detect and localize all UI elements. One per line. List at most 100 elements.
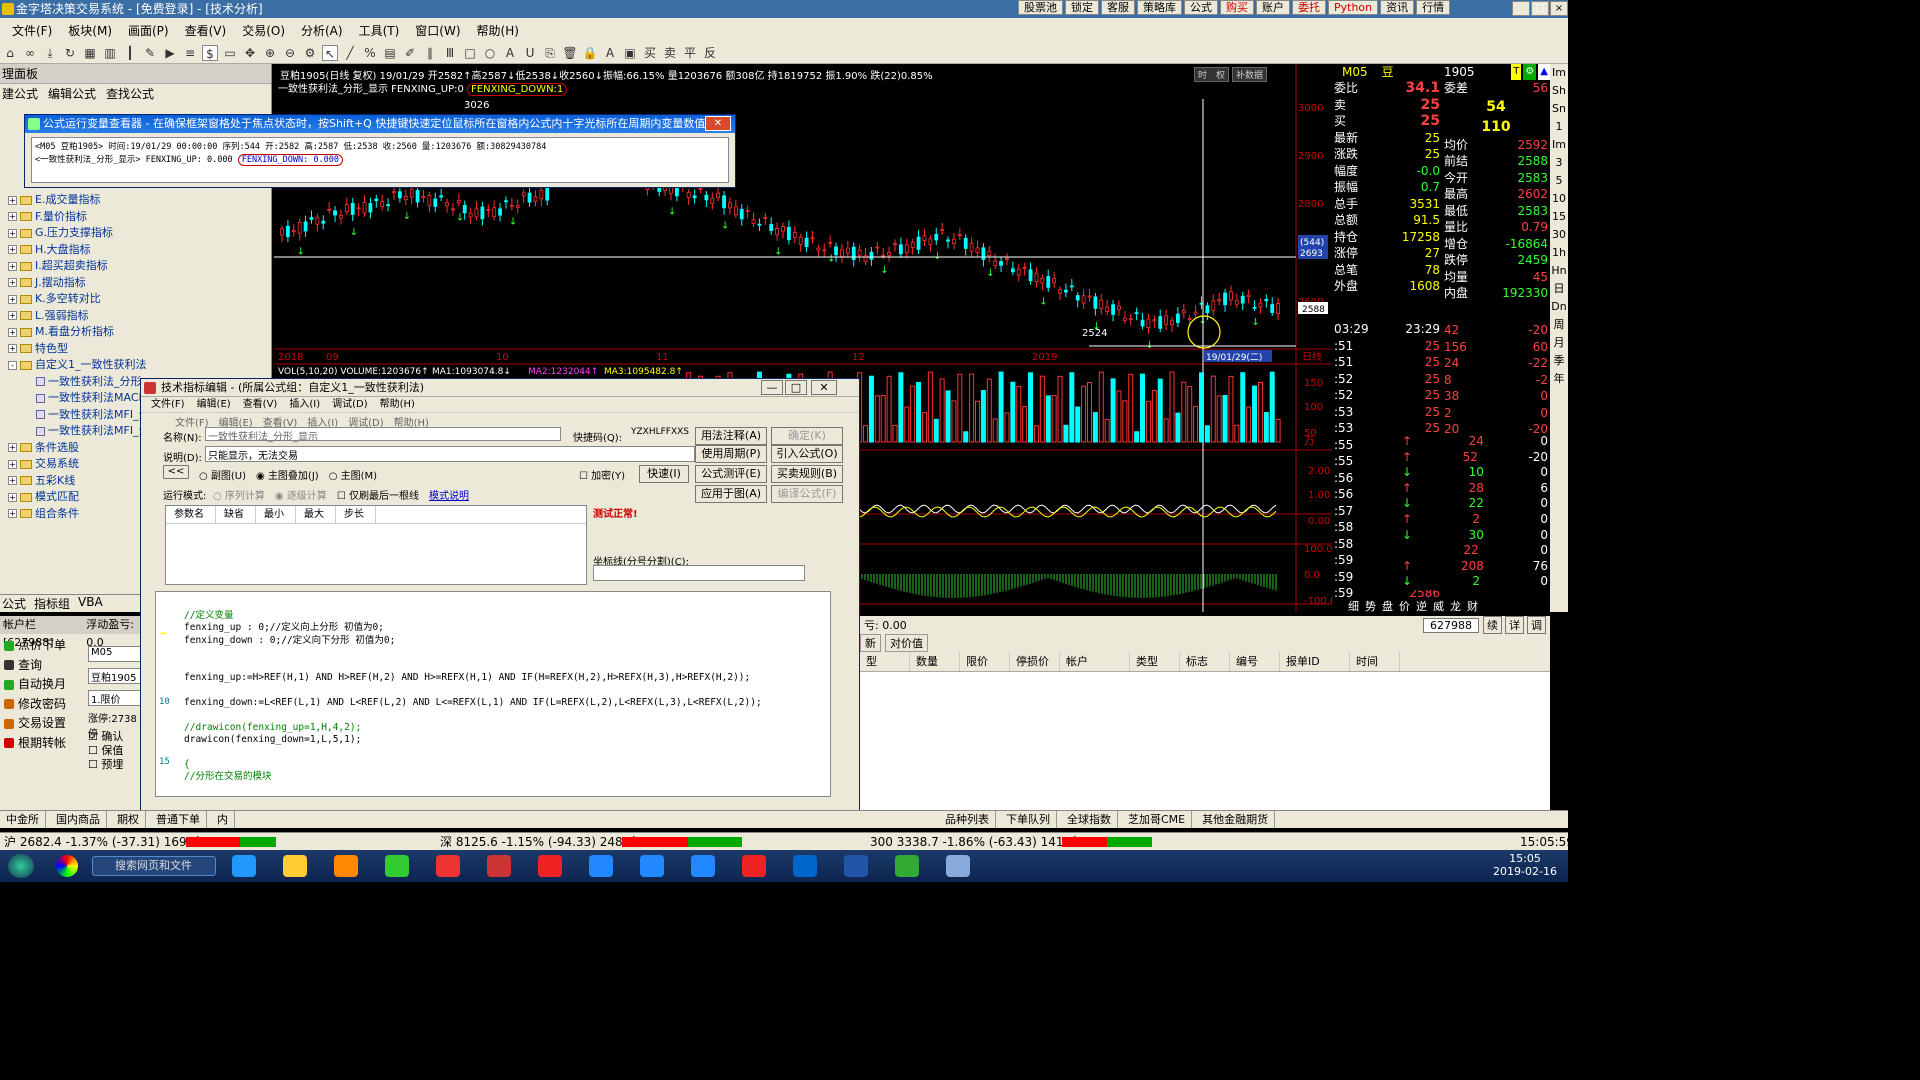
sell-icon[interactable]: 卖	[662, 45, 678, 61]
line-tool-icon[interactable]: ╱	[342, 45, 358, 61]
period-item[interactable]: Sn	[1550, 100, 1568, 118]
bottom-tab[interactable]: 内	[217, 811, 235, 828]
taskbar-search[interactable]: 搜索网页和文件	[92, 856, 216, 876]
menu-item-2[interactable]: 画面(P)	[128, 22, 169, 39]
period-item[interactable]: 15	[1550, 208, 1568, 226]
cursor-icon[interactable]: ↖	[322, 44, 338, 61]
tick-tab[interactable]: 财	[1467, 598, 1478, 613]
order-btn[interactable]: 续	[1483, 616, 1502, 634]
order-col[interactable]: 数量	[910, 652, 960, 671]
move-icon[interactable]: ✥	[242, 45, 258, 61]
app7-app-icon[interactable]	[946, 855, 970, 877]
bottom-tab[interactable]: 其他金融期货	[1202, 811, 1276, 828]
tree-item[interactable]: 一致性获利法MFI_分	[8, 407, 150, 424]
shortcut-input[interactable]: YZXHLFFXXS	[629, 427, 695, 441]
chart-type-radio[interactable]: ◉ 主图叠加(J)	[256, 467, 319, 482]
media-app-icon[interactable]	[334, 855, 358, 877]
order-check[interactable]: ☑ 确认	[88, 730, 123, 744]
period-item[interactable]: 季	[1550, 352, 1568, 370]
rm-step[interactable]: ◉ 逐级计算	[275, 487, 327, 502]
account-select[interactable]: 627988	[1423, 617, 1479, 633]
tick-tab[interactable]: 势	[1365, 598, 1376, 613]
formula-name-input[interactable]: 一致性获利法_分形_显示	[205, 427, 561, 443]
viewer-close-button[interactable]: ✕	[705, 116, 731, 131]
period-item[interactable]: 5	[1550, 172, 1568, 190]
bottom-tab[interactable]: 全球指数	[1067, 811, 1118, 828]
bottom-tab[interactable]: 国内商品	[56, 811, 107, 828]
menu-item-4[interactable]: 交易(O)	[242, 22, 285, 39]
tick-tab[interactable]: 细	[1348, 598, 1359, 613]
tree-item[interactable]: + 模式匹配	[8, 489, 150, 506]
expand-icon[interactable]: +	[8, 228, 17, 238]
menu-item-3[interactable]: 查看(V)	[185, 22, 227, 39]
zoom-out-icon[interactable]: ⊖	[282, 45, 298, 61]
period-item[interactable]: Im	[1550, 136, 1568, 154]
app3-app-icon[interactable]	[487, 855, 511, 877]
tree-item[interactable]: + M.看盘分析指标	[8, 324, 150, 341]
color-icon[interactable]: A	[602, 45, 618, 61]
rm-last[interactable]: ☐ 仅刷最后一根线	[337, 487, 419, 502]
period-item[interactable]: 10	[1550, 190, 1568, 208]
account-item[interactable]: 根期转帐	[0, 734, 78, 754]
editor-button[interactable]: 买卖规则(B)	[771, 465, 843, 483]
panel-action-2[interactable]: 查找公式	[106, 87, 154, 101]
period-item[interactable]: 1	[1550, 118, 1568, 136]
expand-icon[interactable]: +	[8, 327, 17, 337]
chart-type-radio[interactable]: ○ 副图(U)	[199, 467, 246, 482]
left-tab-0[interactable]: 公式	[2, 595, 26, 612]
editor-button[interactable]: 用法注释(A)	[695, 427, 767, 445]
tree-item[interactable]: + 特色型	[8, 341, 150, 358]
window-icon[interactable]: ▭	[222, 45, 238, 61]
axis-input[interactable]	[593, 565, 805, 581]
zoom-in-icon[interactable]: ⊕	[262, 45, 278, 61]
plus-app-icon[interactable]	[895, 855, 919, 877]
editor-button[interactable]: 应用于图(A)	[695, 485, 767, 503]
order-subtab[interactable]: 对价值	[885, 634, 928, 652]
bottom-tab[interactable]: 下单队列	[1006, 811, 1057, 828]
account-item[interactable]: 点价下单	[0, 636, 78, 656]
menu-item-6[interactable]: 工具(T)	[359, 22, 400, 39]
tree-item[interactable]: + F.量价指标	[8, 209, 150, 226]
close-button[interactable]: ×	[1550, 1, 1568, 16]
account-item[interactable]: 查询	[0, 656, 78, 676]
editor-menu-item[interactable]: 调试(D)	[332, 397, 368, 412]
period-item[interactable]: 日	[1550, 280, 1568, 298]
pen-icon[interactable]: ✐	[402, 45, 418, 61]
minimize-button[interactable]: _	[1512, 1, 1530, 16]
menu-item-5[interactable]: 分析(A)	[301, 22, 343, 39]
expand-icon[interactable]: +	[8, 443, 17, 453]
dollar-icon[interactable]: $	[202, 44, 218, 61]
bottom-tab[interactable]: 芝加哥CME	[1128, 811, 1193, 828]
period-item[interactable]: 3	[1550, 154, 1568, 172]
editor-button[interactable]: 公式测评(E)	[695, 465, 767, 483]
tree-item[interactable]: + 组合条件	[8, 506, 150, 523]
circle-icon[interactable]: ○	[482, 45, 498, 61]
app6-app-icon[interactable]	[640, 855, 664, 877]
order-col[interactable]: 类型	[1130, 652, 1180, 671]
period-item[interactable]: Sh	[1550, 82, 1568, 100]
tick-tab[interactable]: 威	[1433, 598, 1444, 613]
tree-item[interactable]: - 自定义1_一致性获利法	[8, 357, 150, 374]
order-check[interactable]: ☐ 保值	[88, 744, 123, 758]
play-icon[interactable]: ▶	[162, 45, 178, 61]
app2-app-icon[interactable]	[436, 855, 460, 877]
bars-icon[interactable]: Ⅲ	[442, 45, 458, 61]
order-btn[interactable]: 详	[1505, 616, 1524, 634]
folder-app-icon[interactable]	[283, 855, 307, 877]
tree-item[interactable]: 一致性获利法_分形	[8, 374, 150, 391]
account-item[interactable]: 交易设置	[0, 714, 78, 734]
percent-icon[interactable]: %	[362, 45, 378, 61]
top-button-3[interactable]: 策略库	[1137, 0, 1182, 15]
collapse-icon[interactable]: -	[8, 360, 17, 370]
app5-app-icon[interactable]	[589, 855, 613, 877]
tree-item[interactable]: 一致性获利法MACD	[8, 390, 150, 407]
rect-icon[interactable]: □	[462, 45, 478, 61]
list-icon[interactable]: ≡	[182, 45, 198, 61]
app4-app-icon[interactable]	[538, 855, 562, 877]
maximize-button[interactable]: □	[1531, 1, 1549, 16]
tree-item[interactable]: + K.多空转对比	[8, 291, 150, 308]
bar-chart-icon[interactable]: ▥	[102, 45, 118, 61]
left-tab-1[interactable]: 指标组	[34, 595, 70, 612]
tree-item[interactable]: + L.强弱指标	[8, 308, 150, 325]
lock-icon[interactable]: 🔒	[582, 45, 598, 61]
